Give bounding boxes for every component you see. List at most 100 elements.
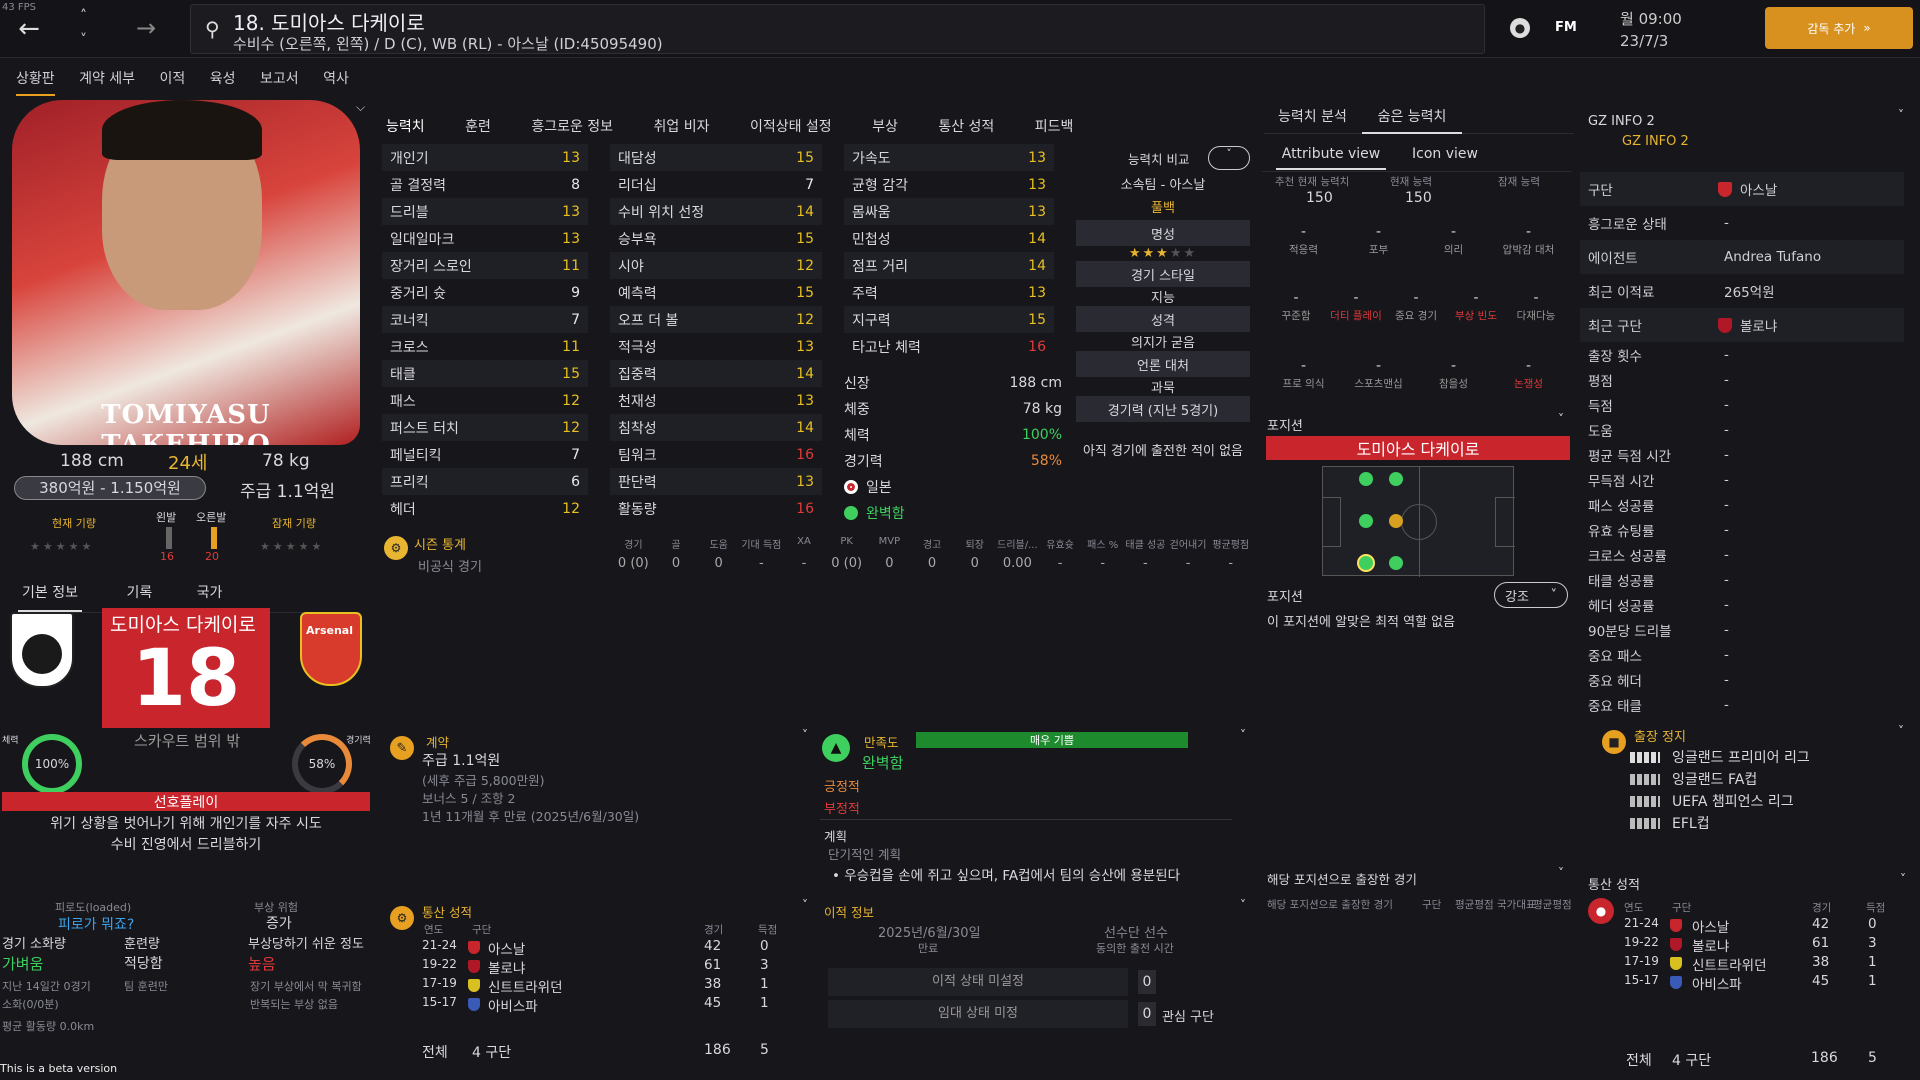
club-crest-icon xyxy=(468,998,480,1011)
career-club[interactable]: 아스날 xyxy=(488,938,525,958)
season-stats-header: 경기 골 도움 기대 득점 XA PK MVP 경고 퇴장 드리블/... 유효슛 패스 % 태클 성공… xyxy=(612,536,1252,551)
chevron-down-icon[interactable]: ˅ xyxy=(802,898,808,912)
search-bar[interactable]: ⚲ 18. 도미아스 다케이로 수비수 (오른쪽, 왼쪽) / D (C), W… xyxy=(190,4,1485,54)
tab-attribute-view[interactable]: Attribute view xyxy=(1276,146,1386,170)
match-fitness-ring: 58% xyxy=(292,734,352,794)
physical-row: 신장 188 cm xyxy=(844,370,1062,396)
season-col-header: 경고 xyxy=(922,540,942,551)
physical-value: 188 cm xyxy=(1009,375,1062,391)
career-club[interactable]: 볼로냐 xyxy=(1692,935,1729,955)
career-club[interactable]: 신트트라위던 xyxy=(488,976,563,996)
gz-info-row: 헤더 성공률 - xyxy=(1580,592,1904,617)
chevron-down-icon[interactable]: ˅ xyxy=(802,728,808,742)
menu-contract[interactable]: 계약 세부 xyxy=(79,68,135,88)
attribute-value: 13 xyxy=(562,203,580,220)
gz-info-link[interactable]: GZ INFO 2 xyxy=(1622,134,1689,149)
globe-icon[interactable]: ● xyxy=(1510,18,1530,38)
chevron-down-icon[interactable]: ˅ xyxy=(1558,866,1564,880)
attribute-row: 팀워크 16 xyxy=(610,441,822,468)
physical-value: 완벽함 xyxy=(866,506,905,522)
career-club[interactable]: 아비스파 xyxy=(1692,973,1742,993)
tab-icon-view[interactable]: Icon view xyxy=(1412,146,1478,162)
career-club[interactable]: 아스날 xyxy=(1692,916,1729,936)
gz-info-value: - xyxy=(1724,646,1729,663)
gz-info-value: - xyxy=(1724,421,1729,438)
position-label[interactable]: 포지션 xyxy=(1267,586,1303,605)
season-col-value: - xyxy=(1228,556,1234,571)
tab-basic-info[interactable]: 기본 정보 xyxy=(18,582,82,612)
fm-logo[interactable]: FM xyxy=(1555,20,1577,35)
tab-records[interactable]: 기록 xyxy=(126,582,152,602)
hidden-attribute-label: 더티 플레이 xyxy=(1330,310,1382,322)
season-col-value: - xyxy=(1185,556,1191,571)
squad-status: 선수단 선수 xyxy=(1104,926,1168,941)
menu-overview[interactable]: 상황판 xyxy=(16,68,55,96)
career-year: 19-22 xyxy=(422,957,457,971)
career-title[interactable]: 통산 성적 xyxy=(422,902,472,921)
contract-title[interactable]: 계약 xyxy=(426,732,449,751)
suspension-title: 출장 정지 xyxy=(1634,730,1686,745)
suspension-bars xyxy=(1630,751,1660,763)
tab-injuries[interactable]: 부상 xyxy=(872,116,898,136)
hidden-attribute-label: 적응력 xyxy=(1289,244,1318,256)
career-club[interactable]: 볼로냐 xyxy=(488,957,525,977)
career-club[interactable]: 아비스파 xyxy=(488,995,538,1015)
tab-training[interactable]: 훈련 xyxy=(465,116,491,136)
menu-development[interactable]: 육성 xyxy=(210,68,236,88)
menu-reports[interactable]: 보고서 xyxy=(260,68,299,88)
tab-work-permit[interactable]: 취업 비자 xyxy=(654,116,710,136)
tab-hidden-attributes[interactable]: 숨은 능력치 xyxy=(1362,106,1462,134)
tab-transfer-status[interactable]: 이적상태 설정 xyxy=(750,116,832,136)
injury-note-2: 반복되는 부상 없음 xyxy=(250,998,338,1011)
compare-dropdown[interactable]: ˅ xyxy=(1208,146,1250,170)
attribute-name: 장거리 스로인 xyxy=(390,258,472,275)
attribute-value: 7 xyxy=(571,446,580,463)
chevron-up-icon[interactable]: ˄ xyxy=(80,8,87,24)
training-note: 팀 훈련만 xyxy=(124,980,168,993)
loan-status[interactable]: 임대 상태 미정 xyxy=(828,1000,1128,1028)
position-matches-col-4: 국가대표 xyxy=(1497,899,1536,911)
fatigue-value[interactable]: 피로가 뭐죠? xyxy=(58,914,134,934)
search-icon: ⚲ xyxy=(205,17,220,41)
gz-info-row: 최근 구단 볼로냐 xyxy=(1580,308,1904,342)
attribute-name: 팀워크 xyxy=(618,447,657,464)
attribute-name: 헤더 xyxy=(390,501,416,518)
season-stats-title[interactable]: 시즌 통계 xyxy=(414,534,466,553)
hidden-attribute-value: - xyxy=(1533,290,1539,306)
tab-career-stats[interactable]: 통산 성적 xyxy=(938,116,994,136)
tab-attributes[interactable]: 능력치 xyxy=(386,116,425,146)
tab-feedback[interactable]: 피드백 xyxy=(1035,116,1074,136)
highlight-dropdown[interactable]: 강조 ˅ xyxy=(1494,582,1568,608)
value-range[interactable]: 380억원 - 1.150억원 xyxy=(14,476,206,500)
attribute-row: 골 결정력 8 xyxy=(382,171,588,198)
tab-nation[interactable]: 국가 xyxy=(197,585,223,601)
chevron-down-icon[interactable]: ˅ xyxy=(1898,108,1904,122)
add-manager-button[interactable]: 감독 추가 » xyxy=(1765,7,1913,49)
chevron-down-icon[interactable]: ⌵ xyxy=(356,100,365,115)
back-arrow-icon[interactable]: ← xyxy=(14,14,44,44)
position-note: 이 포지션에 알맞은 최적 역할 없음 xyxy=(1267,615,1456,630)
tab-interesting-info[interactable]: 흥그로운 정보 xyxy=(531,116,613,136)
hidden-attribute-label: 꾸준함 xyxy=(1281,310,1311,322)
happiness-title[interactable]: 만족도 xyxy=(864,732,899,751)
gz-info-row: 중요 헤더 - xyxy=(1580,667,1904,692)
chevron-down-icon[interactable]: ˅ xyxy=(1898,724,1904,738)
physical-value: 100% xyxy=(1021,427,1062,443)
season-col-header: 골 xyxy=(671,540,681,551)
menu-history[interactable]: 역사 xyxy=(323,68,349,88)
career-club[interactable]: 신트트라위던 xyxy=(1692,954,1767,974)
chevron-down-icon[interactable]: ˅ xyxy=(1240,728,1246,742)
menu-transfer[interactable]: 이적 xyxy=(160,68,186,88)
chevron-down-icon[interactable]: ˅ xyxy=(1900,872,1906,886)
forward-arrow-icon[interactable]: → xyxy=(136,14,156,42)
chevron-down-icon[interactable]: ˅ xyxy=(80,32,87,48)
tab-attribute-analysis[interactable]: 능력치 분석 xyxy=(1278,106,1347,126)
transfer-status[interactable]: 이적 상태 미설정 xyxy=(828,968,1128,996)
attribute-row: 예측력 15 xyxy=(610,279,822,306)
gz-info-row: 흥그로운 상태 - xyxy=(1580,206,1904,240)
position-matches-col-1: 해당 포지션으로 출장한 경기 xyxy=(1267,899,1393,911)
transfer-title[interactable]: 이적 정보 xyxy=(824,902,874,921)
chevron-down-icon[interactable]: ˅ xyxy=(1558,412,1564,426)
attribute-value: 16 xyxy=(1028,338,1046,355)
chevron-down-icon[interactable]: ˅ xyxy=(1240,898,1246,912)
